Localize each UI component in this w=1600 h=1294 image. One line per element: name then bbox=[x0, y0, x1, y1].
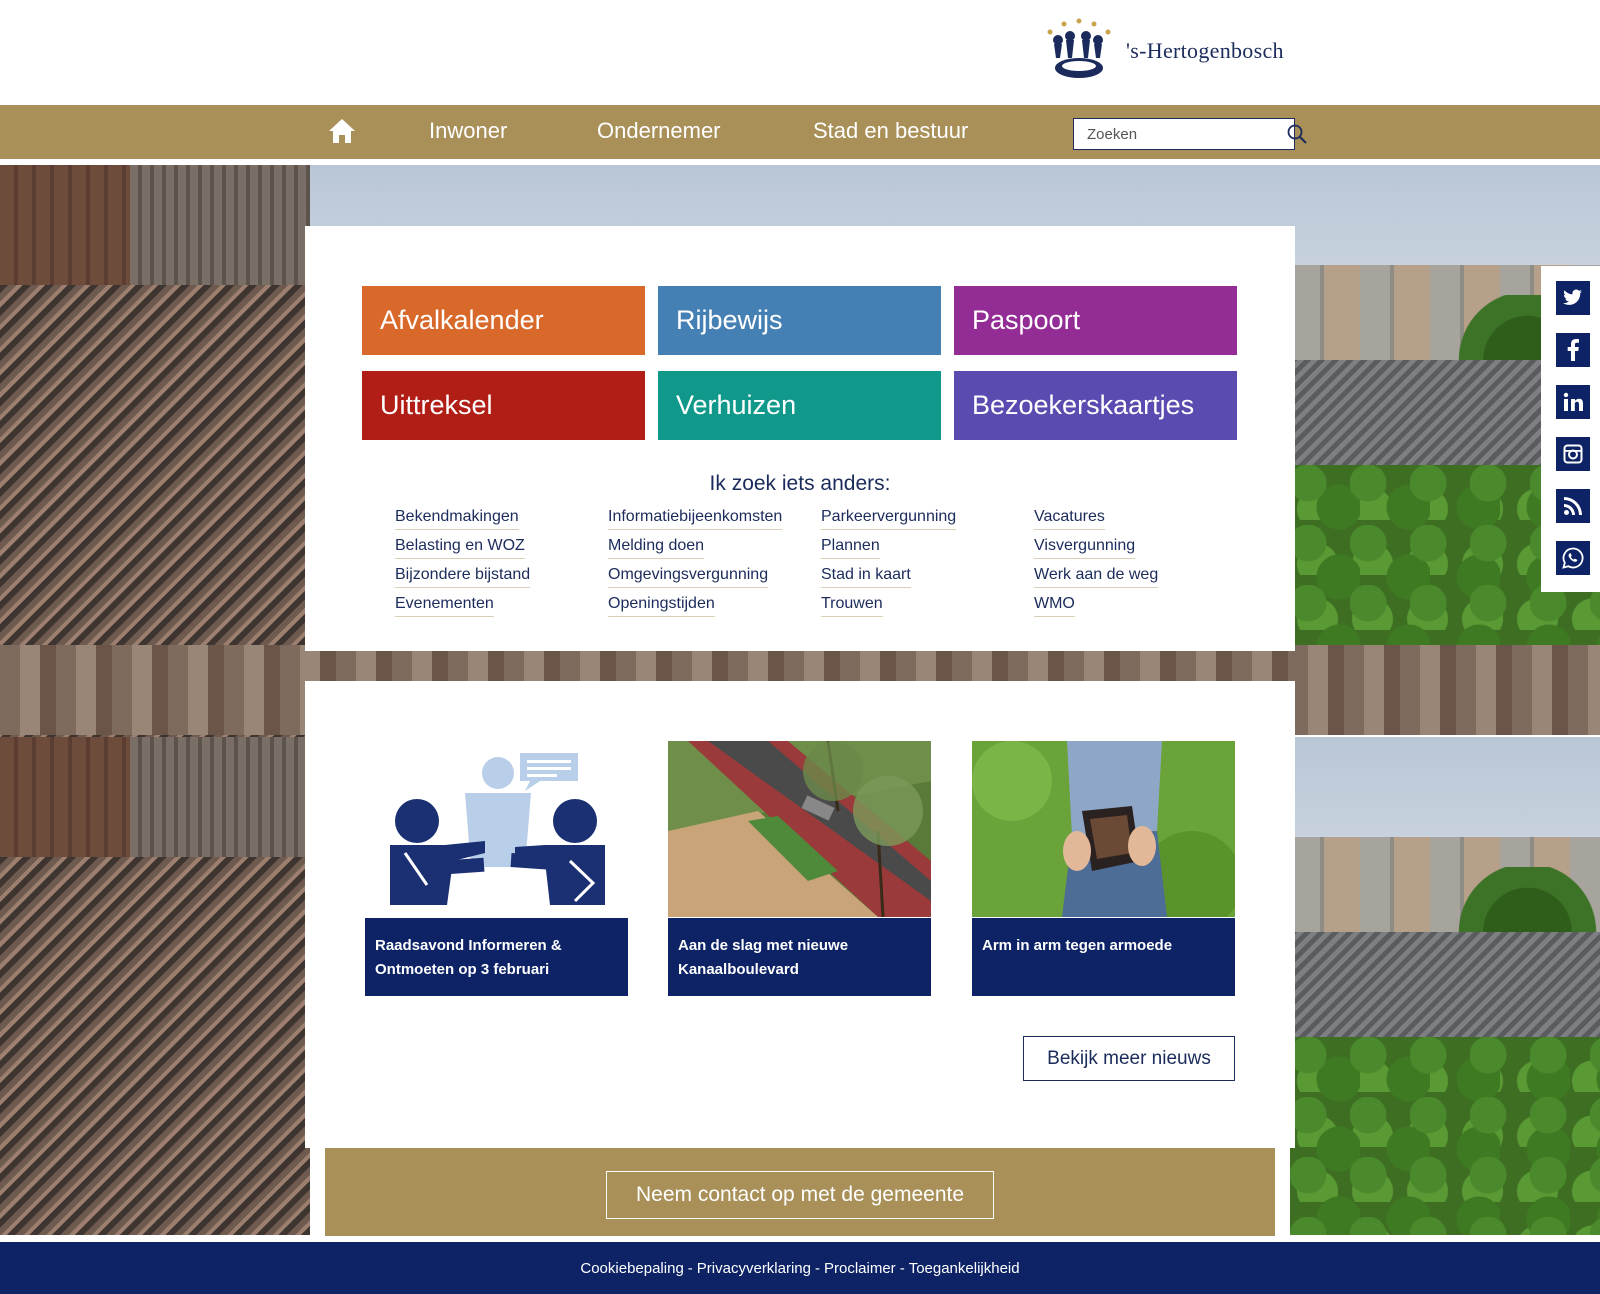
footer-link-proclaimer[interactable]: Proclaimer bbox=[824, 1260, 896, 1277]
photo-roof bbox=[0, 857, 310, 1235]
link-visvergunning[interactable]: Visvergunning bbox=[1034, 536, 1136, 559]
tile-rijbewijs[interactable]: Rijbewijs bbox=[658, 286, 941, 355]
rss-icon bbox=[1564, 497, 1582, 515]
facebook-share-button[interactable] bbox=[1556, 333, 1590, 367]
nav-item-stad-en-bestuur[interactable]: Stad en bestuur bbox=[813, 118, 968, 144]
link-parkeervergunning[interactable]: Parkeervergunning bbox=[821, 507, 957, 530]
twitter-share-button[interactable] bbox=[1556, 281, 1590, 315]
link-plannen[interactable]: Plannen bbox=[821, 536, 880, 559]
linkedin-icon bbox=[1563, 392, 1583, 411]
tile-bezoekerskaartjes[interactable]: Bezoekerskaartjes bbox=[954, 371, 1237, 440]
news-image bbox=[365, 741, 628, 917]
link-informatiebijeenkomsten[interactable]: Informatiebijeenkomsten bbox=[608, 507, 783, 530]
task-tiles: Afvalkalender Rijbewijs Paspoort Uittrek… bbox=[362, 286, 1238, 440]
quick-links-card: Afvalkalender Rijbewijs Paspoort Uittrek… bbox=[305, 226, 1295, 651]
link-evenementen[interactable]: Evenementen bbox=[395, 594, 494, 617]
news-image bbox=[668, 741, 931, 917]
nav-item-inwoner[interactable]: Inwoner bbox=[429, 118, 507, 144]
twitter-icon bbox=[1563, 289, 1582, 305]
logo-text: 's-Hertogenbosch bbox=[1126, 38, 1284, 63]
social-share-bar bbox=[1541, 266, 1600, 592]
news-image bbox=[972, 741, 1235, 917]
instagram-icon bbox=[1563, 444, 1583, 464]
footer-separator: - bbox=[815, 1259, 820, 1277]
nav-item-ondernemer[interactable]: Ondernemer bbox=[597, 118, 721, 144]
link-stad-in-kaart[interactable]: Stad in kaart bbox=[821, 565, 911, 588]
site-footer: Cookiebepaling - Privacyverklaring - Pro… bbox=[0, 1242, 1600, 1294]
link-werk-aan-de-weg[interactable]: Werk aan de weg bbox=[1034, 565, 1159, 588]
news-item[interactable]: Aan de slag met nieuwe Kanaalboulevard bbox=[668, 741, 931, 996]
news-title: Arm in arm tegen armoede bbox=[972, 918, 1235, 996]
tile-uittreksel[interactable]: Uittreksel bbox=[362, 371, 645, 440]
other-links-grid: Bekendmakingen Informatiebijeenkomsten P… bbox=[395, 507, 1255, 617]
footer-separator: - bbox=[899, 1259, 905, 1277]
other-search-heading: Ik zoek iets anders: bbox=[709, 472, 891, 495]
meeting-illustration-icon bbox=[365, 741, 628, 917]
footer-separator: - bbox=[687, 1259, 693, 1277]
news-card: Raadsavond Informeren & Ontmoeten op 3 f… bbox=[305, 681, 1295, 1148]
link-vacatures[interactable]: Vacatures bbox=[1034, 507, 1105, 530]
footer-link-cookiebepaling[interactable]: Cookiebepaling bbox=[580, 1260, 683, 1277]
link-bijzondere-bijstand[interactable]: Bijzondere bijstand bbox=[395, 565, 531, 588]
tile-paspoort[interactable]: Paspoort bbox=[954, 286, 1237, 355]
contact-band: Neem contact op met de gemeente bbox=[325, 1148, 1275, 1236]
more-news-button[interactable]: Bekijk meer nieuws bbox=[1023, 1036, 1235, 1081]
facebook-icon bbox=[1567, 339, 1579, 361]
link-trouwen[interactable]: Trouwen bbox=[821, 594, 883, 617]
contact-button[interactable]: Neem contact op met de gemeente bbox=[606, 1171, 994, 1219]
search-input[interactable] bbox=[1074, 119, 1286, 149]
whatsapp-share-button[interactable] bbox=[1556, 541, 1590, 575]
site-header: 's-Hertogenbosch bbox=[0, 0, 1600, 104]
home-icon[interactable] bbox=[328, 118, 356, 144]
search-button[interactable] bbox=[1286, 119, 1308, 149]
search-box bbox=[1073, 118, 1307, 150]
news-title: Aan de slag met nieuwe Kanaalboulevard bbox=[668, 918, 931, 996]
news-item[interactable]: Raadsavond Informeren & Ontmoeten op 3 f… bbox=[365, 741, 628, 996]
linkedin-share-button[interactable] bbox=[1556, 385, 1590, 419]
tile-verhuizen[interactable]: Verhuizen bbox=[658, 371, 941, 440]
link-omgevingsvergunning[interactable]: Omgevingsvergunning bbox=[608, 565, 769, 588]
link-belasting-en-woz[interactable]: Belasting en WOZ bbox=[395, 536, 525, 559]
link-melding-doen[interactable]: Melding doen bbox=[608, 536, 705, 559]
photo-hedge bbox=[1290, 1037, 1600, 1235]
footer-link-toegankelijkheid[interactable]: Toegankelijkheid bbox=[909, 1260, 1020, 1277]
news-item[interactable]: Arm in arm tegen armoede bbox=[972, 741, 1235, 996]
link-bekendmakingen[interactable]: Bekendmakingen bbox=[395, 507, 519, 530]
news-title: Raadsavond Informeren & Ontmoeten op 3 f… bbox=[365, 918, 628, 996]
boulevard-render-icon bbox=[668, 741, 931, 917]
site-logo[interactable]: 's-Hertogenbosch bbox=[1040, 18, 1284, 82]
crown-logo-icon bbox=[1047, 18, 1111, 78]
link-openingstijden[interactable]: Openingstijden bbox=[608, 594, 715, 617]
instagram-share-button[interactable] bbox=[1556, 437, 1590, 471]
search-icon bbox=[1287, 124, 1307, 144]
whatsapp-icon bbox=[1562, 547, 1584, 569]
rss-share-button[interactable] bbox=[1556, 489, 1590, 523]
footer-link-privacyverklaring[interactable]: Privacyverklaring bbox=[697, 1260, 811, 1277]
tile-afvalkalender[interactable]: Afvalkalender bbox=[362, 286, 645, 355]
main-nav: Inwoner Ondernemer Stad en bestuur bbox=[0, 105, 1600, 159]
empty-wallet-photo-icon bbox=[972, 741, 1235, 917]
link-wmo[interactable]: WMO bbox=[1034, 594, 1075, 617]
